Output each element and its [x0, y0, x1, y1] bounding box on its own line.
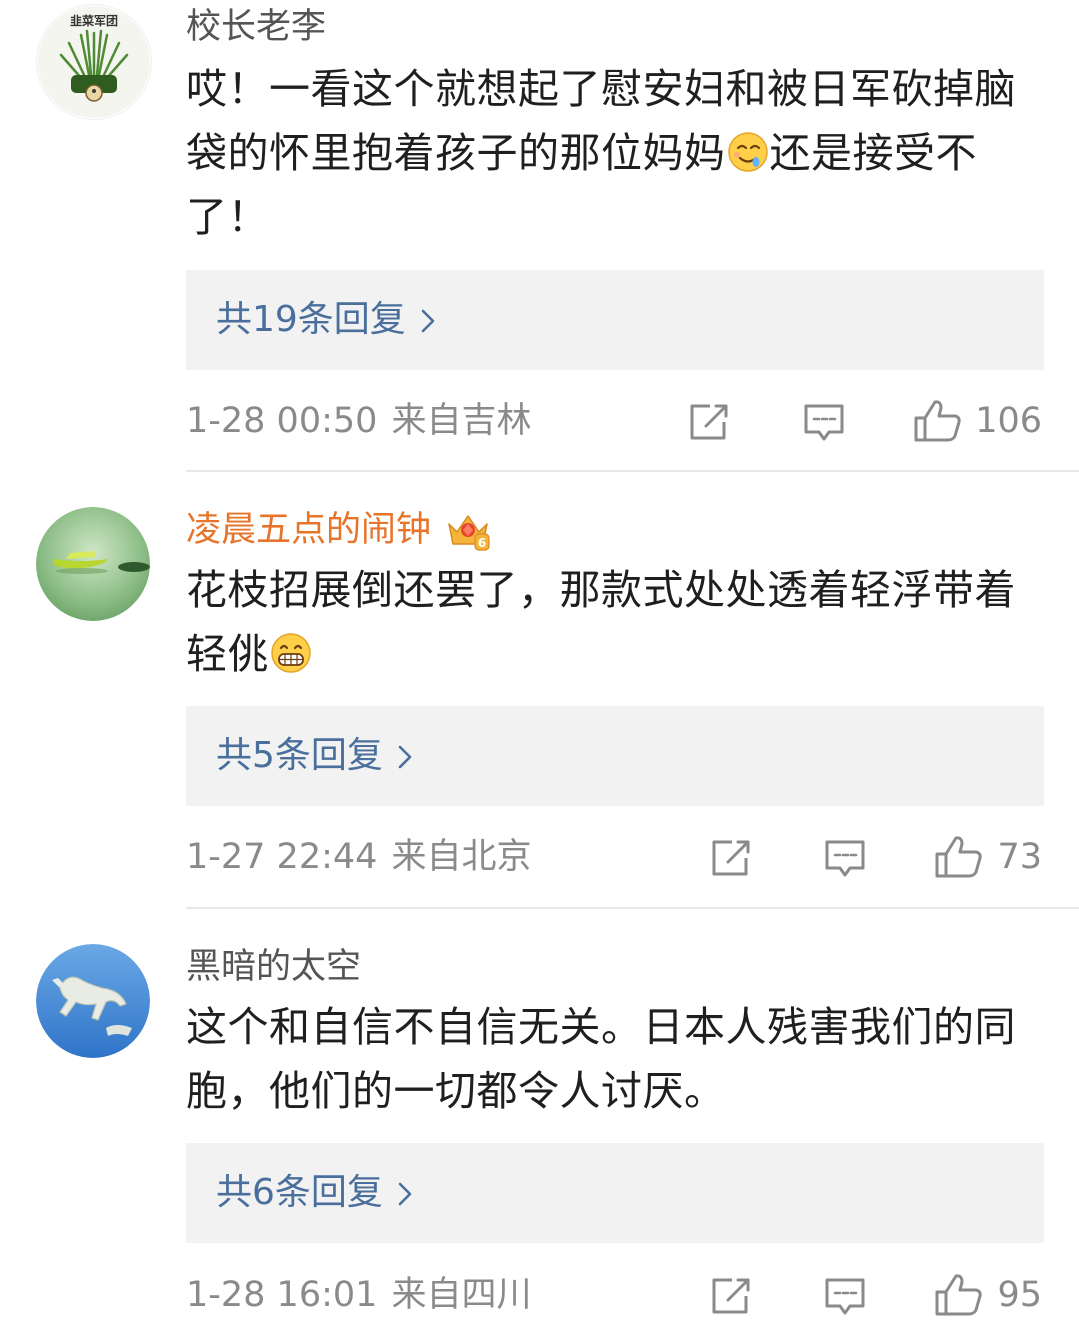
chevron-right-icon: [398, 745, 412, 769]
replies-label-wrap: 共19条回复: [216, 270, 436, 370]
chevron-right-icon: [421, 309, 435, 333]
share-icon[interactable]: [688, 402, 732, 442]
share-icon[interactable]: [710, 1276, 754, 1316]
username[interactable]: 校长老李: [186, 4, 326, 50]
vip-crown-6-icon: 6: [448, 515, 490, 551]
share-icon[interactable]: [710, 838, 754, 878]
like-thumb-icon[interactable]: [933, 834, 985, 880]
username-text: 凌晨五点的闹钟: [186, 510, 432, 550]
comment-time: 1-28 16:01: [186, 1275, 378, 1315]
comment-text: 哎！一看这个就想起了慰安妇和被日军砍掉脑袋的怀里抱着孩子的那位妈妈 还是接受不了…: [186, 57, 1056, 249]
like-count: 95: [997, 1275, 1042, 1315]
grinning-face-emoji: [271, 633, 311, 673]
avatar-image: 韭菜军团: [38, 6, 150, 118]
comment-meta: 1-27 22:44 来自北京: [186, 834, 531, 880]
comment-icon[interactable]: [802, 402, 846, 444]
comment-location: 来自四川: [391, 1275, 532, 1315]
replies-button[interactable]: 共19条回复: [186, 270, 1044, 370]
comment-location: 来自北京: [391, 837, 532, 877]
replies-label: 共6条回复: [216, 1172, 383, 1213]
comment-icon[interactable]: [823, 1276, 867, 1318]
replies-button[interactable]: 共6条回复: [186, 1143, 1044, 1243]
comment-time: 1-27 22:44: [186, 837, 378, 877]
replies-label-wrap: 共6条回复: [216, 1143, 413, 1243]
comment-text-part: 这个和自信不自信无关。日本人残害我们的同胞，他们的一切都令人讨厌。: [186, 1003, 1016, 1115]
comment-text: 花枝招展倒还罢了，那款式处处透着轻浮带着轻佻: [186, 558, 1056, 686]
username[interactable]: 凌晨五点的闹钟 6: [186, 507, 491, 553]
username[interactable]: 黑暗的太空: [186, 944, 361, 990]
avatar[interactable]: 韭菜军团: [36, 4, 152, 120]
replies-label-wrap: 共5条回复: [216, 706, 413, 806]
comment-icon[interactable]: [823, 838, 867, 880]
avatar-image: [36, 507, 150, 621]
like-thumb-icon[interactable]: [933, 1272, 985, 1318]
comment-meta: 1-28 16:01 来自四川: [186, 1272, 531, 1318]
replies-label: 共19条回复: [216, 299, 406, 340]
divider: [186, 907, 1079, 909]
divider: [186, 470, 1079, 472]
drooling-face-emoji: [727, 132, 768, 172]
comment-meta: 1-28 00:50 来自吉林: [186, 398, 531, 444]
comment-location: 来自吉林: [391, 401, 532, 441]
like-count: 73: [997, 837, 1042, 877]
replies-label: 共5条回复: [216, 735, 383, 776]
svg-text:韭菜军团: 韭菜军团: [70, 13, 118, 28]
comment-time: 1-28 00:50: [186, 401, 378, 441]
svg-text:6: 6: [478, 536, 486, 550]
replies-button[interactable]: 共5条回复: [186, 706, 1044, 806]
like-thumb-icon[interactable]: [912, 398, 964, 444]
avatar-image: [36, 944, 150, 1058]
comment-text: 这个和自信不自信无关。日本人残害我们的同胞，他们的一切都令人讨厌。: [186, 995, 1056, 1123]
avatar[interactable]: [36, 944, 150, 1058]
like-count: 106: [975, 401, 1042, 441]
avatar[interactable]: [36, 507, 150, 621]
chevron-right-icon: [398, 1182, 412, 1206]
